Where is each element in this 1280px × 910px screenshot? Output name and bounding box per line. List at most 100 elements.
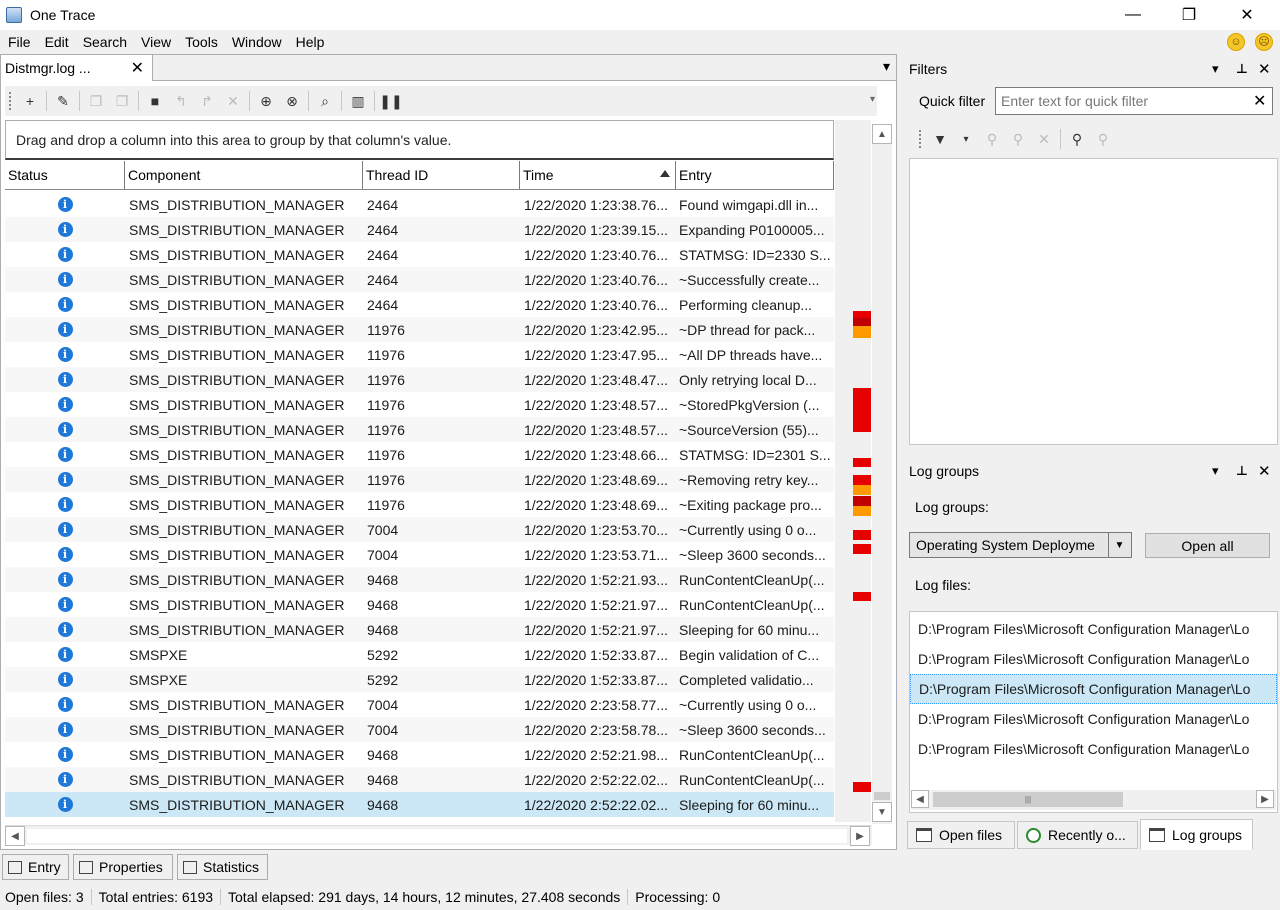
scroll-up-icon[interactable]: ▲ [872, 124, 892, 144]
log-group-select[interactable]: Operating System Deployme ▼ [909, 532, 1132, 558]
log-entry-row[interactable]: i SMS_DISTRIBUTION_MANAGER 7004 1/22/2020 2… [5, 717, 834, 742]
log-entry-row[interactable]: i SMSPXE 5292 1/22/2020 1:52:33.87... Comple… [5, 667, 834, 692]
log-file-item[interactable]: D:\Program Files\Microsoft Configuration… [910, 704, 1277, 734]
filter-icon[interactable]: ▼ [929, 128, 951, 150]
open-all-button[interactable]: Open all [1145, 533, 1270, 558]
pause-icon[interactable]: ❚❚ [379, 90, 402, 112]
log-entry-row[interactable]: i SMS_DISTRIBUTION_MANAGER 11976 1/22/2020 … [5, 392, 834, 417]
menu-search[interactable]: Search [76, 34, 134, 50]
scroll-left-icon[interactable]: ◀ [911, 790, 929, 808]
minimize-button[interactable]: — [1104, 0, 1162, 30]
severity-marker[interactable] [853, 311, 871, 318]
log-file-item[interactable]: D:\Program Files\Microsoft Configuration… [910, 674, 1277, 704]
columns-icon[interactable]: ▥ [347, 90, 369, 112]
menu-file[interactable]: File [0, 34, 38, 50]
clear-filter-icon[interactable]: ✕ [1253, 91, 1266, 111]
tab-distmgr-log[interactable]: Distmgr.log ... ✕ [1, 55, 153, 81]
toolbar-overflow-icon[interactable]: ▾ [870, 94, 875, 105]
statistics-tab[interactable]: Statistics [177, 854, 268, 880]
properties-tab[interactable]: Properties [73, 854, 173, 880]
error-lookup-clear-icon[interactable]: ⊗ [281, 90, 303, 112]
scroll-right-icon[interactable]: ▶ [1256, 790, 1274, 808]
log-entry-row[interactable]: i SMS_DISTRIBUTION_MANAGER 11976 1/22/2020 … [5, 367, 834, 392]
severity-marker[interactable] [853, 782, 871, 792]
menu-view[interactable]: View [134, 34, 178, 50]
copy-all-icon[interactable]: ❐ [111, 90, 133, 112]
toolbar-grip[interactable] [9, 92, 13, 110]
log-entry-row[interactable]: i SMS_DISTRIBUTION_MANAGER 7004 1/22/2020 1… [5, 517, 834, 542]
highlight-icon[interactable]: ✎ [52, 90, 74, 112]
copy-icon[interactable]: ❐ [85, 90, 107, 112]
find-icon[interactable]: ⌕ [314, 90, 336, 112]
log-entry-row[interactable]: i SMS_DISTRIBUTION_MANAGER 9468 1/22/2020 2… [5, 792, 834, 817]
severity-marker[interactable] [853, 506, 871, 516]
tab-open-files[interactable]: Open files [907, 821, 1015, 849]
log-entry-row[interactable]: i SMS_DISTRIBUTION_MANAGER 7004 1/22/2020 2… [5, 692, 834, 717]
log-entry-row[interactable]: i SMS_DISTRIBUTION_MANAGER 11976 1/22/2020 … [5, 492, 834, 517]
severity-marker[interactable] [853, 475, 871, 485]
clear-bookmarks-icon[interactable]: ✕ [222, 90, 244, 112]
grid-vertical-scrollbar[interactable]: ▲ ▼ [872, 124, 892, 824]
column-header-entry[interactable]: Entry [676, 161, 834, 189]
severity-marker[interactable] [853, 326, 871, 338]
log-entry-row[interactable]: i SMS_DISTRIBUTION_MANAGER 2464 1/22/2020 1… [5, 192, 834, 217]
pin-icon[interactable]: ⊥ [1236, 463, 1248, 479]
severity-marker[interactable] [853, 388, 871, 432]
horizontal-scroll-thumb[interactable] [27, 829, 847, 843]
quick-filter-input[interactable] [995, 87, 1273, 115]
log-entry-row[interactable]: i SMS_DISTRIBUTION_MANAGER 11976 1/22/2020 … [5, 317, 834, 342]
panel-menu-icon[interactable]: ▾ [1212, 463, 1219, 479]
severity-marker[interactable] [853, 496, 871, 506]
horizontal-scroll-thumb[interactable]: ||| [933, 792, 1123, 807]
log-entry-row[interactable]: i SMS_DISTRIBUTION_MANAGER 11976 1/22/2020 … [5, 442, 834, 467]
error-lookup-icon[interactable]: ⊕ [255, 90, 277, 112]
column-header-status[interactable]: Status [5, 161, 125, 189]
scroll-left-icon[interactable]: ◀ [5, 826, 25, 846]
edit-filter-icon[interactable]: ⚲ [981, 128, 1003, 150]
log-file-item[interactable]: D:\Program Files\Microsoft Configuration… [910, 644, 1277, 674]
menu-window[interactable]: Window [225, 34, 289, 50]
log-entry-row[interactable]: i SMS_DISTRIBUTION_MANAGER 11976 1/22/2020 … [5, 342, 834, 367]
apply-filter-icon[interactable]: ⚲ [1066, 128, 1088, 150]
log-entry-row[interactable]: i SMS_DISTRIBUTION_MANAGER 2464 1/22/2020 1… [5, 217, 834, 242]
column-header-component[interactable]: Component [125, 161, 363, 189]
frown-feedback-icon[interactable]: ☹ [1255, 33, 1273, 51]
log-entry-row[interactable]: i SMS_DISTRIBUTION_MANAGER 9468 1/22/2020 1… [5, 617, 834, 642]
close-panel-icon[interactable]: ✕ [1258, 462, 1271, 480]
maximize-button[interactable]: ❐ [1160, 0, 1218, 30]
severity-marker[interactable] [853, 318, 871, 326]
log-entry-row[interactable]: i SMS_DISTRIBUTION_MANAGER 11976 1/22/2020 … [5, 467, 834, 492]
close-button[interactable]: ✕ [1218, 0, 1276, 30]
column-header-thread-id[interactable]: Thread ID [363, 161, 520, 189]
log-entry-row[interactable]: i SMS_DISTRIBUTION_MANAGER 2464 1/22/2020 1… [5, 267, 834, 292]
log-entry-row[interactable]: i SMS_DISTRIBUTION_MANAGER 11976 1/22/2020 … [5, 417, 834, 442]
tab-recently-opened[interactable]: Recently o... [1017, 821, 1138, 849]
scroll-thumb[interactable] [874, 792, 890, 800]
chevron-down-icon[interactable]: ▼ [1108, 533, 1130, 557]
severity-marker[interactable] [853, 458, 871, 467]
grid-horizontal-scrollbar[interactable]: ◀ ▶ [5, 825, 872, 846]
pin-icon[interactable]: ⊥ [1236, 61, 1248, 77]
entry-tab[interactable]: Entry [2, 854, 69, 880]
log-entry-row[interactable]: i SMS_DISTRIBUTION_MANAGER 7004 1/22/2020 1… [5, 542, 834, 567]
open-file-icon[interactable]: + [19, 90, 41, 112]
previous-bookmark-icon[interactable]: ↰ [170, 90, 192, 112]
tab-list-dropdown-icon[interactable]: ▾ [883, 58, 890, 75]
menu-help[interactable]: Help [289, 34, 332, 50]
smile-feedback-icon[interactable]: ☺ [1227, 33, 1245, 51]
log-entry-row[interactable]: i SMS_DISTRIBUTION_MANAGER 9468 1/22/2020 1… [5, 592, 834, 617]
group-by-area[interactable]: Drag and drop a column into this area to… [5, 120, 834, 160]
close-panel-icon[interactable]: ✕ [1258, 60, 1271, 78]
clear-filters-icon[interactable]: ✕ [1033, 128, 1055, 150]
severity-marker[interactable] [853, 592, 871, 601]
panel-menu-icon[interactable]: ▾ [1212, 61, 1219, 77]
severity-marker[interactable] [853, 530, 871, 540]
scroll-right-icon[interactable]: ▶ [850, 826, 870, 846]
log-files-horizontal-scrollbar[interactable]: ◀ ||| ▶ [911, 790, 1276, 810]
log-entry-row[interactable]: i SMS_DISTRIBUTION_MANAGER 9468 1/22/2020 2… [5, 742, 834, 767]
severity-marker[interactable] [853, 485, 871, 495]
log-entry-row[interactable]: i SMS_DISTRIBUTION_MANAGER 9468 1/22/2020 1… [5, 567, 834, 592]
tab-log-groups[interactable]: Log groups [1140, 819, 1253, 850]
menu-edit[interactable]: Edit [38, 34, 76, 50]
next-bookmark-icon[interactable]: ↱ [196, 90, 218, 112]
